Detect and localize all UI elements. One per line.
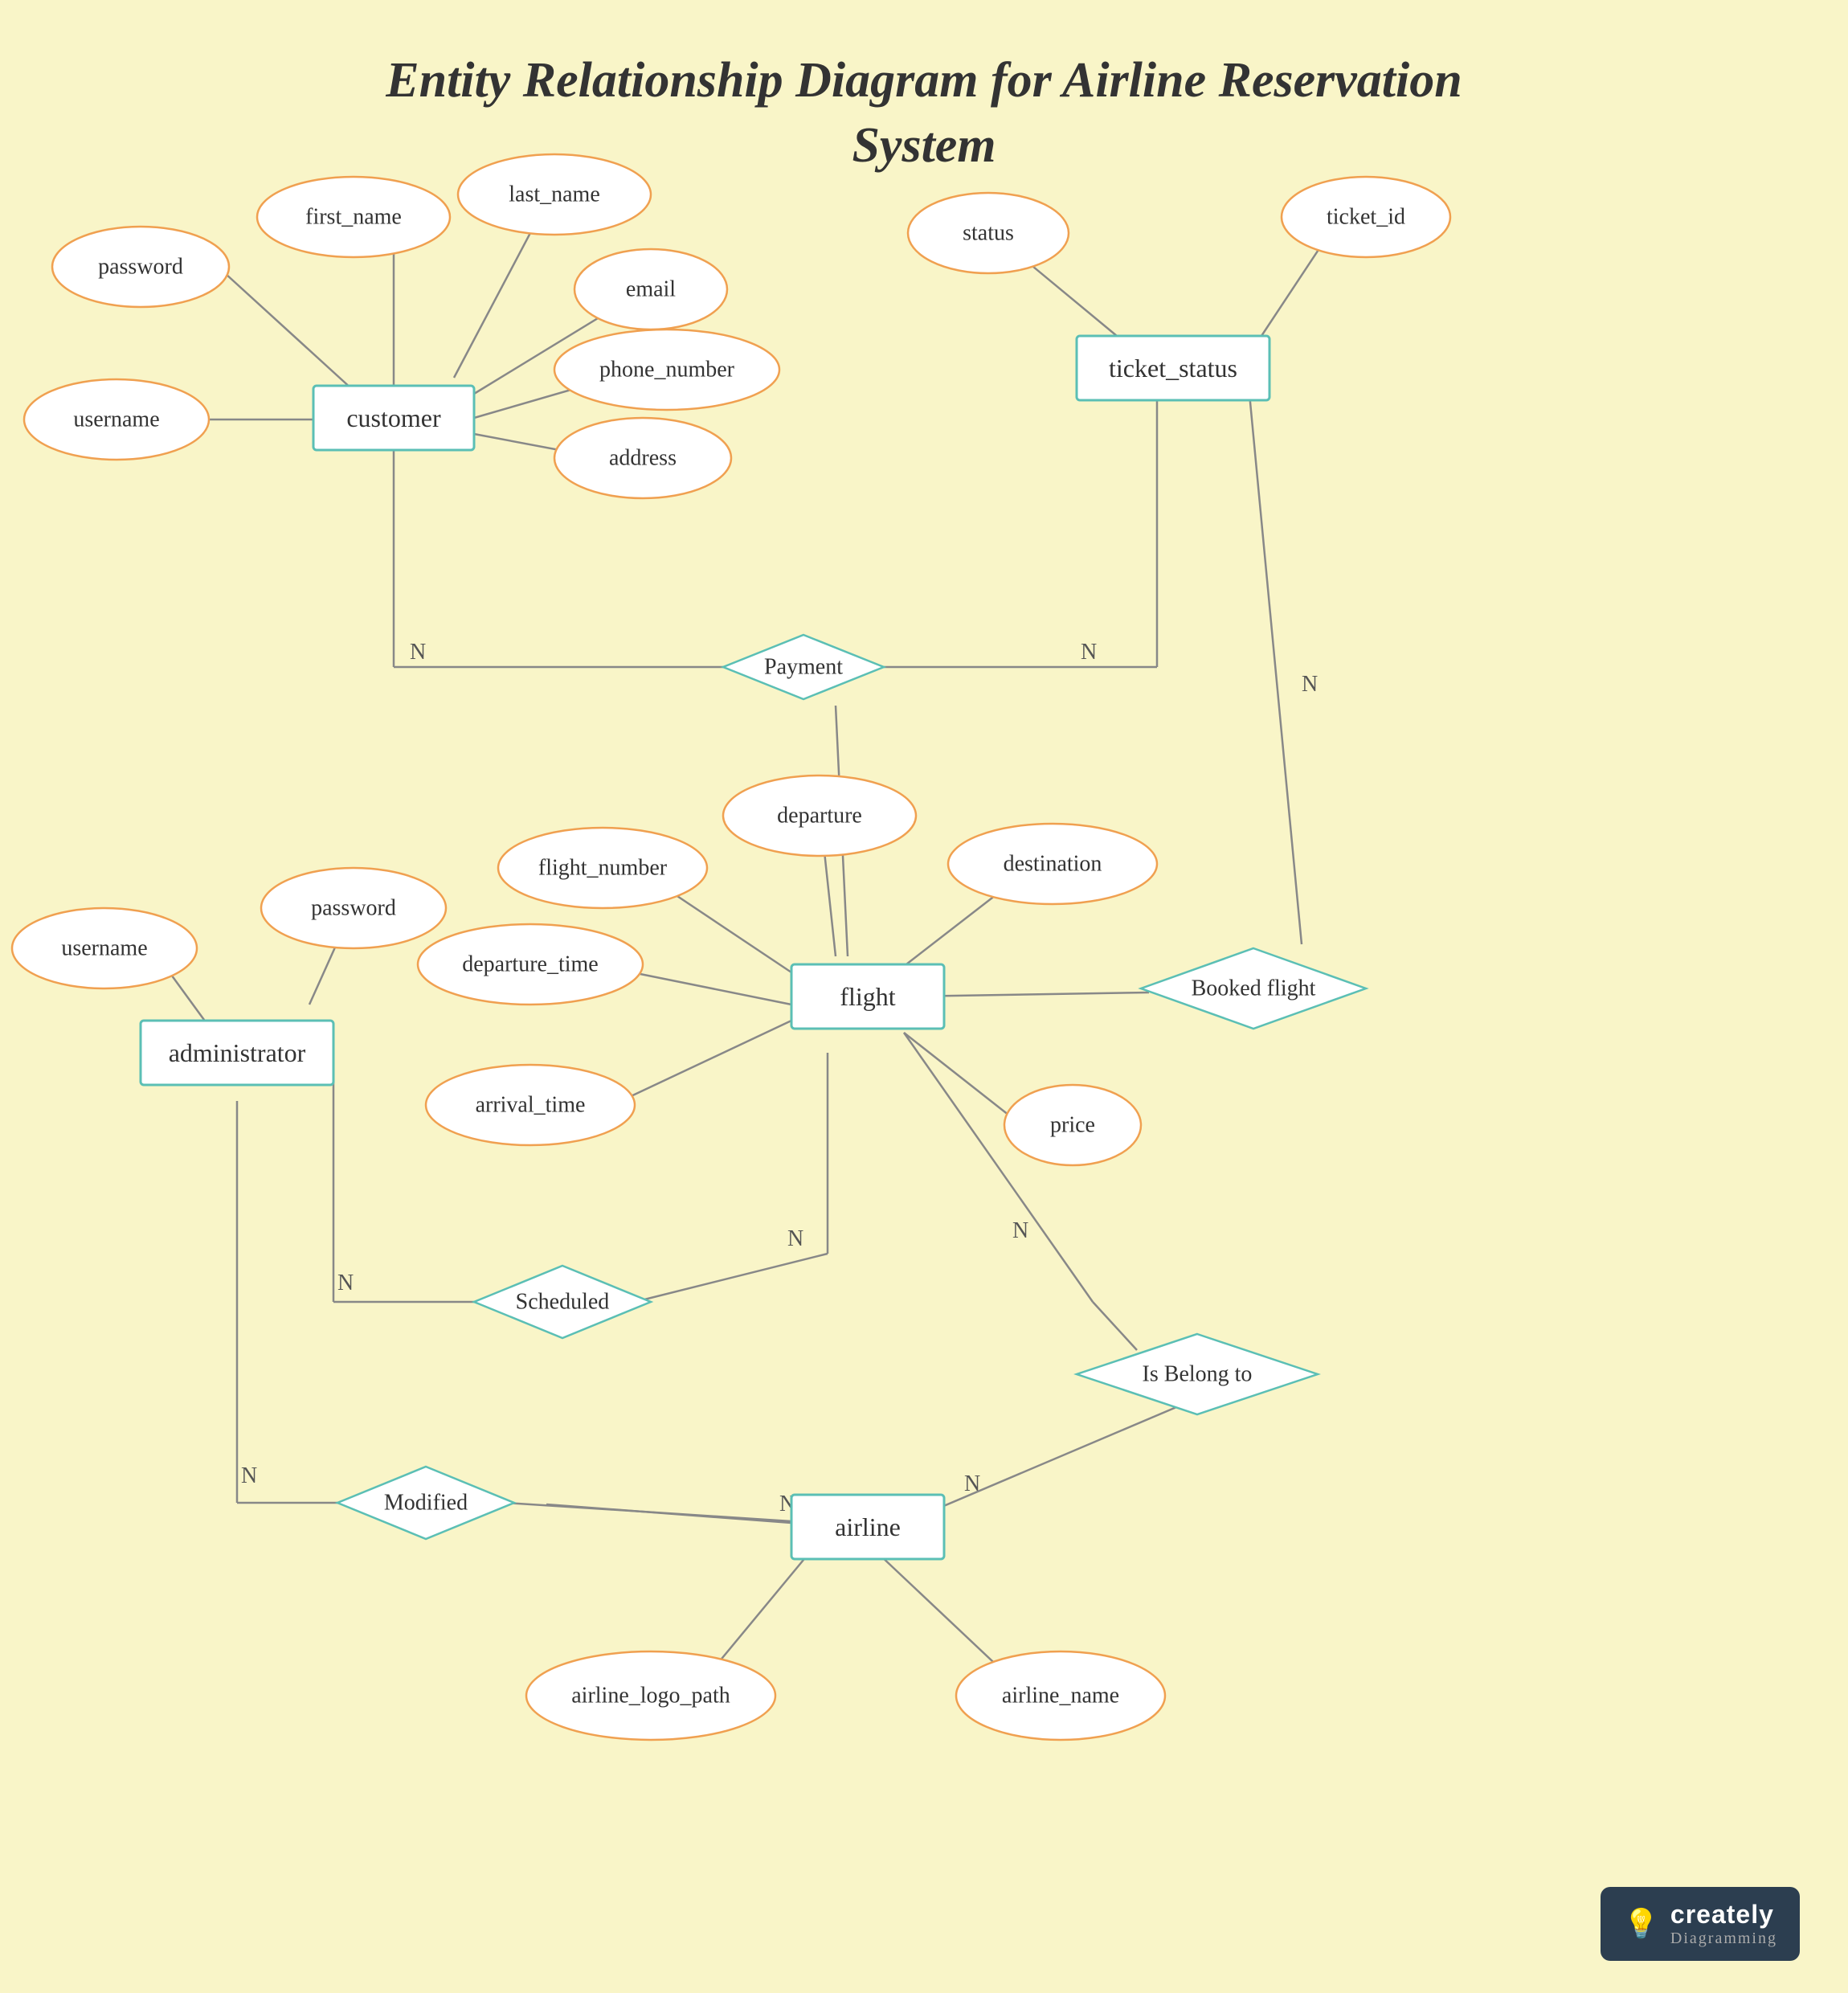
address-label: address — [609, 446, 677, 471]
svg-text:N: N — [241, 1463, 257, 1488]
airline-name-label: airline_name — [1002, 1684, 1119, 1709]
departure-time-label: departure_time — [462, 952, 598, 977]
flight-number-label: flight_number — [538, 856, 668, 881]
svg-text:N: N — [1081, 640, 1097, 665]
creately-bulb-icon: 💡 — [1623, 1907, 1659, 1941]
username-cust-label: username — [73, 407, 159, 432]
password-admin-label: password — [311, 896, 396, 921]
modified-label: Modified — [384, 1491, 468, 1516]
svg-text:N: N — [1012, 1218, 1028, 1243]
booked-flight-label: Booked flight — [1192, 976, 1316, 1001]
payment-label: Payment — [764, 655, 843, 680]
svg-text:N: N — [337, 1271, 354, 1295]
creately-badge: 💡 creately Diagramming — [1601, 1887, 1800, 1961]
airline-logo-path-label: airline_logo_path — [571, 1684, 730, 1709]
er-diagram: N N N N N N N N N N — [0, 0, 1848, 1993]
last-name-label: last_name — [509, 182, 600, 207]
scheduled-label: Scheduled — [516, 1290, 610, 1315]
svg-text:N: N — [1302, 672, 1318, 697]
phone-number-label: phone_number — [599, 358, 735, 383]
destination-label: destination — [1004, 852, 1102, 877]
price-label: price — [1050, 1113, 1095, 1138]
status-label: status — [963, 221, 1014, 246]
airline-label: airline — [835, 1512, 901, 1541]
departure-label: departure — [777, 804, 862, 829]
administrator-label: administrator — [169, 1038, 306, 1067]
password-cust-label: password — [98, 255, 183, 280]
customer-label: customer — [346, 403, 441, 432]
ticket-id-label: ticket_id — [1327, 205, 1405, 230]
svg-text:N: N — [964, 1471, 980, 1496]
ticket-status-label: ticket_status — [1109, 354, 1237, 383]
svg-text:N: N — [787, 1226, 803, 1251]
is-belong-to-label: Is Belong to — [1143, 1362, 1253, 1387]
arrival-time-label: arrival_time — [476, 1093, 586, 1118]
creately-label: creately — [1670, 1900, 1777, 1930]
svg-text:N: N — [410, 640, 426, 665]
email-label: email — [626, 277, 676, 302]
flight-label: flight — [840, 982, 895, 1011]
creately-sub-label: Diagramming — [1670, 1930, 1777, 1948]
username-admin-label: username — [61, 936, 147, 961]
first-name-label: first_name — [305, 205, 402, 230]
